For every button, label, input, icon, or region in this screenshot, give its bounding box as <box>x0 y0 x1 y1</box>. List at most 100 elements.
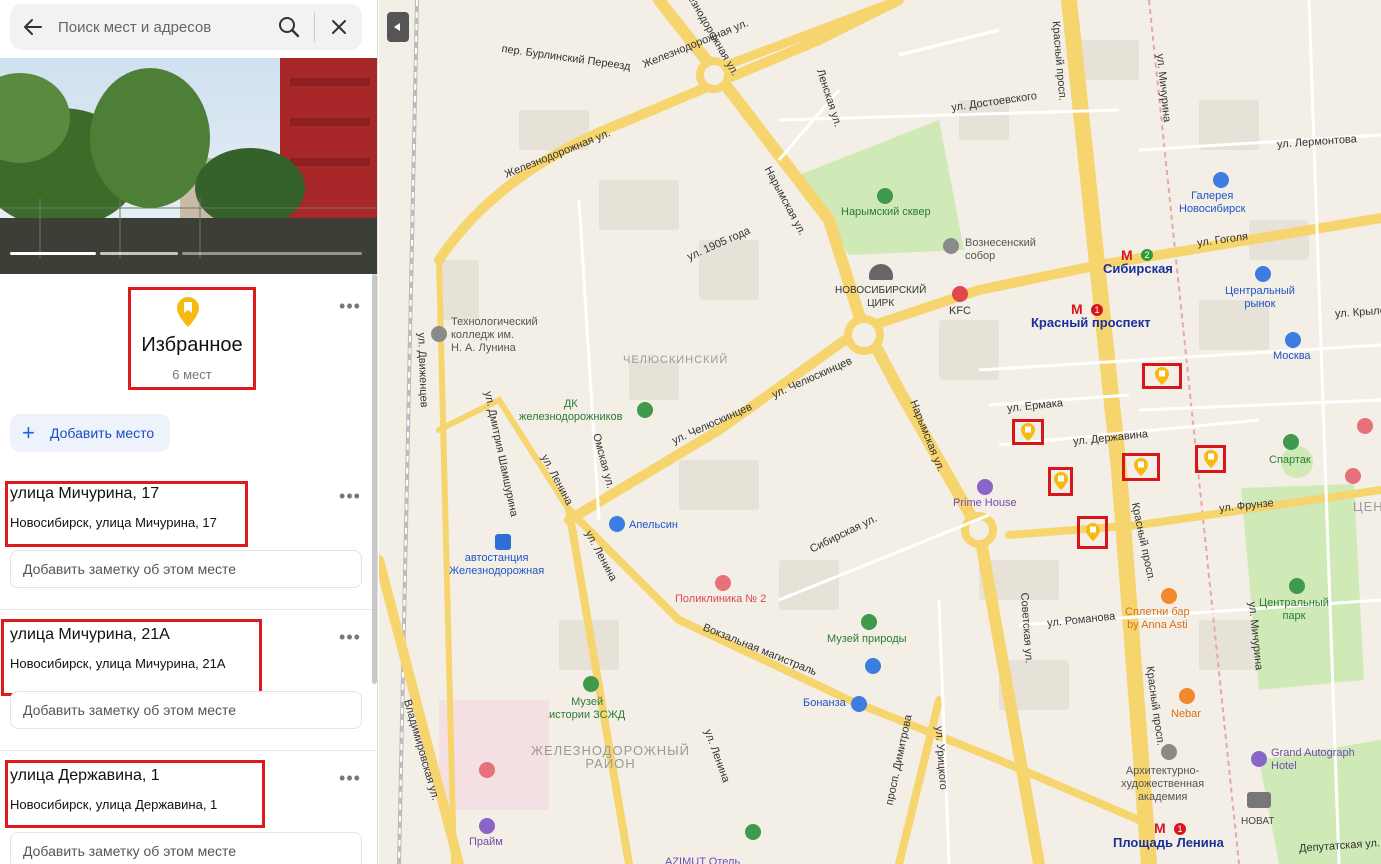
poi-tsirk[interactable]: НОВОСИБИРСКИЙ ЦИРК <box>835 284 926 310</box>
place-title[interactable]: улица Мичурина, 17 <box>10 485 159 503</box>
collection-header: Избранное 6 мест <box>128 287 256 390</box>
collapse-panel-button[interactable] <box>387 12 409 42</box>
hotel-icon[interactable] <box>1251 751 1267 767</box>
divider <box>0 750 377 751</box>
museum-icon[interactable] <box>861 614 877 630</box>
more-options-icon[interactable]: ••• <box>338 769 362 787</box>
poi-spartak[interactable]: Спартак <box>1269 454 1311 467</box>
poi-prime-house[interactable]: Prime House <box>953 497 1017 510</box>
place-item[interactable]: улица Мичурина, 21А Новосибирск, улица М… <box>0 619 377 763</box>
poi-grand-autograph[interactable]: Grand Autograph Hotel <box>1271 747 1355 773</box>
poi-spletni[interactable]: Сплетни бар by Anna Asti <box>1125 606 1190 632</box>
metro-icon: M <box>1154 820 1166 836</box>
culture-icon[interactable] <box>637 402 653 418</box>
museum-icon[interactable] <box>583 676 599 692</box>
poi-voznesensky[interactable]: Вознесенский собор <box>965 237 1036 263</box>
more-options-icon[interactable]: ••• <box>338 487 362 505</box>
favorite-marker[interactable] <box>1142 363 1182 389</box>
poi-apelsin[interactable]: Апельсин <box>629 519 678 532</box>
clinic-icon[interactable] <box>715 575 731 591</box>
poi-novat[interactable]: НОВАТ <box>1241 815 1274 828</box>
bookmark-pin-icon <box>1155 367 1169 385</box>
poi-azimut[interactable]: AZIMUT Отель <box>665 856 740 864</box>
medical-icon[interactable] <box>1357 418 1373 434</box>
poi-tsentralny-park[interactable]: Центральный парк <box>1259 597 1329 623</box>
back-arrow-icon[interactable] <box>20 14 46 40</box>
collection-title: Избранное <box>141 334 243 356</box>
place-title[interactable]: улица Державина, 1 <box>10 767 160 785</box>
poi-tsentralny-rynok[interactable]: Центральный рынок <box>1225 285 1295 311</box>
favorite-marker[interactable] <box>1048 467 1073 496</box>
business-center-icon[interactable] <box>977 479 993 495</box>
district-label: ЦЕНТ <box>1353 499 1381 514</box>
college-icon[interactable] <box>431 326 447 342</box>
note-input[interactable] <box>10 832 362 864</box>
park-icon[interactable] <box>1289 578 1305 594</box>
stadium-icon[interactable] <box>1283 434 1299 450</box>
poi-tekh-kolledzh[interactable]: Технологический колледж им. Н. А. Лунина <box>451 316 538 355</box>
bus-station-icon[interactable] <box>495 534 511 550</box>
metro-line-badge: 2 <box>1141 249 1153 261</box>
place-photo[interactable] <box>0 58 377 274</box>
poi-nebar[interactable]: Nebar <box>1171 708 1201 721</box>
poi-pl-lenina[interactable]: Площадь Ленина <box>1113 836 1224 849</box>
photo-progress-active <box>10 252 96 255</box>
bookmark-pin-icon <box>1204 450 1218 468</box>
search-input[interactable] <box>58 12 268 42</box>
museum-icon[interactable] <box>745 824 761 840</box>
more-options-icon[interactable]: ••• <box>338 628 362 646</box>
shop-icon[interactable] <box>865 658 881 674</box>
bar-icon[interactable] <box>1179 688 1195 704</box>
bar-icon[interactable] <box>1161 588 1177 604</box>
metro-line-badge: 1 <box>1174 823 1186 835</box>
poi-dk[interactable]: ДК железнодорожников <box>519 398 623 424</box>
poi-arkh-akademiya[interactable]: Архитектурно- художественная академия <box>1121 765 1204 804</box>
favorite-marker[interactable] <box>1195 445 1226 473</box>
map-canvas[interactable]: Железнодорожная ул. Железнодорожная ул. … <box>379 0 1381 864</box>
parking-icon[interactable] <box>479 818 495 834</box>
poi-muzey-zszhd[interactable]: Музей истории ЗСЖД <box>549 696 625 722</box>
divider <box>0 609 377 610</box>
theater-icon[interactable] <box>1247 792 1271 808</box>
poi-narymsky-skver[interactable]: Нарымский сквер <box>841 206 931 219</box>
poi-avtostantsiya[interactable]: автостанция Железнодорожная <box>449 552 544 578</box>
place-item[interactable]: улица Державина, 1 Новосибирск, улица Де… <box>0 760 372 864</box>
academy-icon[interactable] <box>1161 744 1177 760</box>
park-icon[interactable] <box>877 188 893 204</box>
note-input[interactable] <box>10 550 362 588</box>
search-icon[interactable] <box>276 14 302 40</box>
shopping-icon[interactable] <box>609 516 625 532</box>
close-icon[interactable] <box>326 14 352 40</box>
photo-progress-segment <box>100 252 178 255</box>
poi-muzey-prirody[interactable]: Музей природы <box>827 633 907 646</box>
favorite-marker[interactable] <box>1122 453 1160 481</box>
bookmark-pin-icon <box>1134 458 1148 476</box>
district-label: ЖЕЛЕЗНОДОРОЖНЫЙ РАЙОН <box>531 743 691 771</box>
poi-poliklinika[interactable]: Поликлиника № 2 <box>675 593 766 606</box>
poi-krasny-metro[interactable]: Красный проспект <box>1031 316 1151 329</box>
poi-sibirskaya-metro[interactable]: Сибирская <box>1103 262 1173 275</box>
poi-bonanza[interactable]: Бонанза <box>803 697 846 710</box>
more-options-icon[interactable]: ••• <box>338 297 362 315</box>
poi-galereya[interactable]: Галерея Новосибирск <box>1179 190 1245 216</box>
place-item[interactable]: улица Мичурина, 17 Новосибирск, улица Ми… <box>0 481 377 622</box>
gallery-icon[interactable] <box>1213 172 1229 188</box>
church-icon[interactable] <box>943 238 959 254</box>
scrollbar[interactable] <box>372 274 377 684</box>
map-base <box>379 0 1381 864</box>
note-input[interactable] <box>10 691 362 729</box>
poi-moskva[interactable]: Москва <box>1273 350 1311 363</box>
medical-icon[interactable] <box>1345 468 1361 484</box>
add-place-button[interactable]: + Добавить место <box>10 414 170 452</box>
place-title[interactable]: улица Мичурина, 21А <box>10 626 170 644</box>
store-icon[interactable] <box>1285 332 1301 348</box>
poi-praym[interactable]: Прайм <box>469 836 503 849</box>
poi-kfc[interactable]: KFC <box>949 305 971 318</box>
hospital-icon[interactable] <box>479 762 495 778</box>
search-divider <box>314 12 315 42</box>
shop-icon[interactable] <box>851 696 867 712</box>
market-icon[interactable] <box>1255 266 1271 282</box>
favorite-marker[interactable] <box>1077 516 1108 549</box>
favorite-marker[interactable] <box>1012 419 1044 445</box>
kfc-icon[interactable] <box>952 286 968 302</box>
